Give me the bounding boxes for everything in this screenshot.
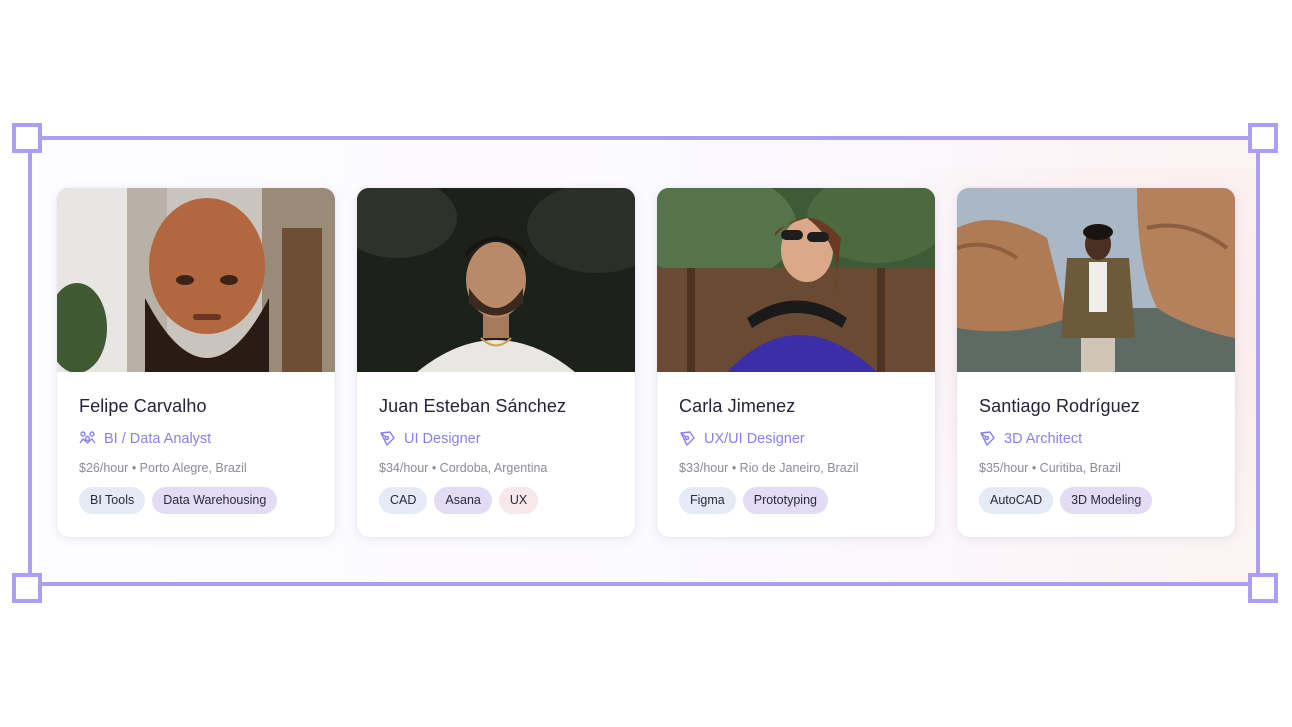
profile-photo [57, 188, 335, 372]
profile-name: Carla Jimenez [679, 396, 796, 416]
profile-meta: $33/hour • Rio de Janeiro, Brazil [679, 461, 859, 475]
skill-tag[interactable]: Data Warehousing [152, 487, 278, 514]
resize-handle-top-left[interactable] [12, 123, 42, 153]
profile-name: Felipe Carvalho [79, 396, 207, 416]
skill-tag[interactable]: BI Tools [79, 487, 146, 514]
profile-photo [357, 188, 635, 372]
profile-role: 3D Architect [979, 430, 1213, 447]
skill-tags: CAD Asana UX [379, 487, 613, 514]
pen-tool-icon [379, 430, 396, 447]
profile-role: UX/UI Designer [679, 430, 913, 447]
pen-tool-icon [979, 430, 996, 447]
profile-name: Juan Esteban Sánchez [379, 396, 567, 416]
profile-photo [657, 188, 935, 372]
resize-handle-bottom-left[interactable] [12, 573, 42, 603]
skill-tag[interactable]: Prototyping [742, 487, 828, 514]
profile-meta: $34/hour • Cordoba, Argentina [379, 461, 548, 475]
skill-tag[interactable]: UX [498, 487, 539, 514]
profile-card[interactable]: Carla Jimenez UX/UI Designer $33/hour • … [657, 188, 935, 537]
profile-photo [957, 188, 1235, 372]
profile-role: UI Designer [379, 430, 613, 447]
profile-role-label: UX/UI Designer [704, 430, 805, 447]
skill-tag[interactable]: Asana [434, 487, 492, 514]
profile-card[interactable]: Santiago Rodríguez 3D Architect $35/hour… [957, 188, 1235, 537]
profile-card-list: Felipe Carvalho BI / Data Analyst $26/ho… [57, 188, 1235, 537]
skill-tag[interactable]: AutoCAD [979, 487, 1054, 514]
skill-tags: BI Tools Data Warehousing [79, 487, 313, 514]
profile-name: Santiago Rodríguez [979, 396, 1140, 416]
profile-role-label: BI / Data Analyst [104, 430, 212, 447]
profile-meta: $35/hour • Curitiba, Brazil [979, 461, 1121, 475]
profile-meta: $26/hour • Porto Alegre, Brazil [79, 461, 247, 475]
profile-card[interactable]: Juan Esteban Sánchez UI Designer $34/hou… [357, 188, 635, 537]
profile-card[interactable]: Felipe Carvalho BI / Data Analyst $26/ho… [57, 188, 335, 537]
skill-tags: AutoCAD 3D Modeling [979, 487, 1213, 514]
skill-tag[interactable]: 3D Modeling [1060, 487, 1153, 514]
canvas: Felipe Carvalho BI / Data Analyst $26/ho… [0, 0, 1292, 727]
skill-tag[interactable]: CAD [379, 487, 428, 514]
resize-handle-bottom-right[interactable] [1248, 573, 1278, 603]
resize-handle-top-right[interactable] [1248, 123, 1278, 153]
team-analytics-icon [79, 430, 96, 447]
pen-tool-icon [679, 430, 696, 447]
profile-role-label: UI Designer [404, 430, 481, 447]
profile-role-label: 3D Architect [1004, 430, 1083, 447]
skill-tags: Figma Prototyping [679, 487, 913, 514]
profile-role: BI / Data Analyst [79, 430, 313, 447]
skill-tag[interactable]: Figma [679, 487, 736, 514]
